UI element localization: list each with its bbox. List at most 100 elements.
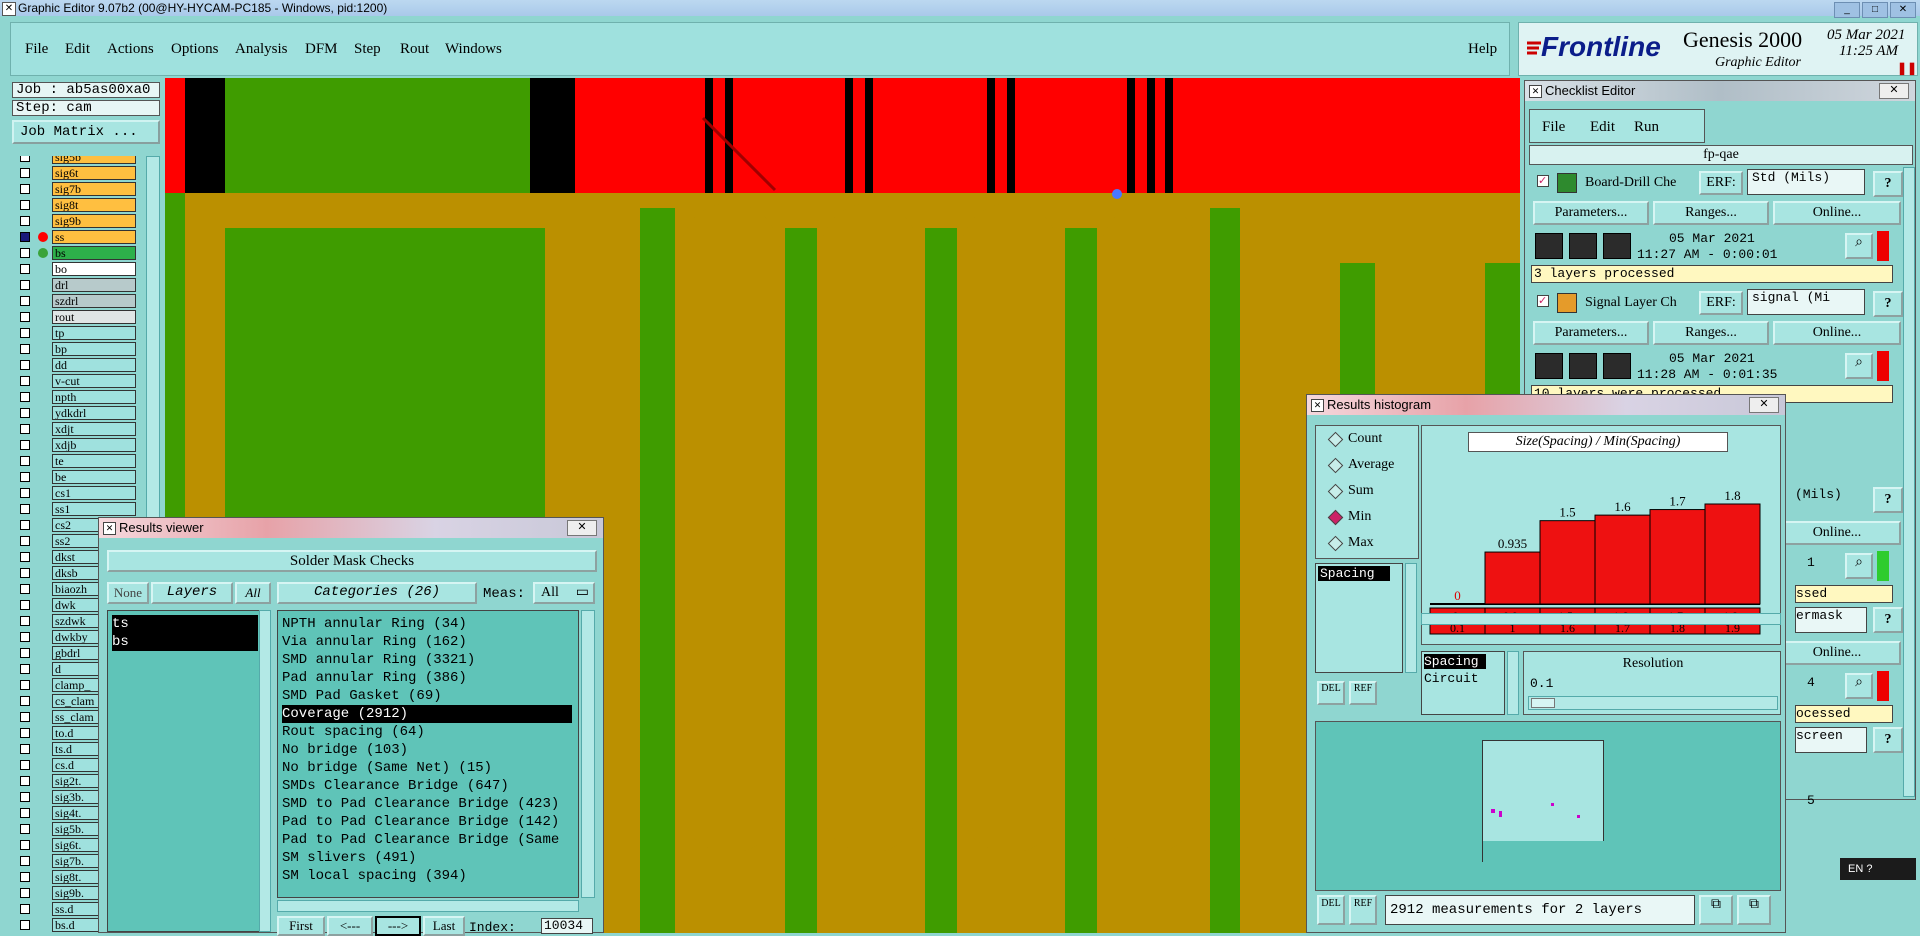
erf-button[interactable]: ERF: (1699, 291, 1743, 315)
category-item[interactable]: Via annular Ring (162) (282, 633, 467, 651)
layer-name[interactable]: rout (52, 310, 136, 324)
ranges-button[interactable]: Ranges... (1653, 321, 1769, 345)
category-item[interactable]: NPTH annular Ring (34) (282, 615, 467, 633)
slider-handle[interactable] (1531, 698, 1555, 708)
layer-name[interactable]: be (52, 470, 136, 484)
zoom-icon[interactable]: ⌕ (1845, 233, 1873, 259)
layer-name[interactable]: dd (52, 358, 136, 372)
layer-name[interactable]: ss1 (52, 502, 136, 516)
layer-checkbox[interactable] (20, 712, 30, 722)
layer-checkbox[interactable] (20, 744, 30, 754)
layer-checkbox[interactable] (20, 632, 30, 642)
online-button[interactable]: Online... (1773, 521, 1901, 545)
menu-file[interactable]: File (25, 41, 48, 58)
menu-edit[interactable]: Edit (65, 41, 90, 58)
layer-row[interactable]: bp (12, 342, 140, 356)
none-button[interactable]: None (107, 582, 149, 604)
layer-checkbox[interactable] (20, 856, 30, 866)
layer-checkbox[interactable] (20, 888, 30, 898)
layer-list-scrollbar[interactable] (259, 610, 271, 932)
run-icon[interactable] (1569, 233, 1597, 259)
minimize-button[interactable]: _ (1834, 2, 1860, 18)
categories-list[interactable]: NPTH annular Ring (34) Via annular Ring (… (277, 610, 579, 898)
layer-row[interactable]: be (12, 470, 140, 484)
layer-name[interactable]: ss (52, 230, 136, 244)
layer-row[interactable]: dd (12, 358, 140, 372)
list-item[interactable]: Spacing (1424, 654, 1486, 669)
layer-checkbox[interactable] (20, 232, 30, 242)
layer-checkbox[interactable] (20, 488, 30, 498)
ranges-button[interactable]: Ranges... (1653, 201, 1769, 225)
layer-checkbox[interactable] (20, 184, 30, 194)
results-viewer-close-button[interactable]: ✕ (567, 520, 597, 536)
layer-name[interactable]: sig9b (52, 214, 136, 228)
layer-checkbox[interactable] (20, 264, 30, 274)
category-item[interactable]: Pad to Pad Clearance Bridge (Same (282, 831, 559, 849)
histogram-close-button[interactable]: ✕ (1749, 397, 1779, 413)
menu-rout[interactable]: Rout (400, 41, 429, 58)
list-item[interactable]: Spacing (1318, 566, 1390, 581)
run-icon[interactable] (1569, 353, 1597, 379)
online-button[interactable]: Online... (1773, 201, 1901, 225)
menu-step[interactable]: Step (354, 41, 381, 58)
layer-checkbox[interactable] (20, 472, 30, 482)
index-field[interactable]: 10034 (541, 918, 593, 934)
category-item[interactable]: SMD to Pad Clearance Bridge (423) (282, 795, 559, 813)
categories-hscrollbar[interactable] (277, 900, 579, 912)
layer-row[interactable]: ydkdrl (12, 406, 140, 420)
next-button[interactable]: ---> (375, 916, 421, 936)
layer-checkbox[interactable] (20, 568, 30, 578)
layer-row[interactable]: rout (12, 310, 140, 324)
chart-hscrollbar[interactable] (1421, 613, 1781, 625)
layer-row[interactable]: bo (12, 262, 140, 276)
layer-row[interactable]: sig7b (12, 182, 140, 196)
parameters-button[interactable]: Parameters... (1533, 201, 1649, 225)
layer-row[interactable]: xdjb (12, 438, 140, 452)
layer-checkbox[interactable] (20, 424, 30, 434)
close-button[interactable]: ✕ (1890, 2, 1916, 18)
layer-checkbox[interactable] (20, 904, 30, 914)
ref-button[interactable]: REF (1349, 681, 1377, 705)
layer-name[interactable]: te (52, 454, 136, 468)
layer-checkbox[interactable] (20, 440, 30, 450)
layer-checkbox[interactable] (20, 280, 30, 290)
run-icon[interactable] (1535, 353, 1563, 379)
del-button[interactable]: DEL (1317, 895, 1345, 925)
thumbnail-view[interactable] (1315, 721, 1781, 891)
layer-row[interactable]: sig9b (12, 214, 140, 228)
resolution-slider[interactable] (1528, 696, 1778, 710)
layer-checkbox[interactable] (20, 696, 30, 706)
online-button[interactable]: Online... (1773, 321, 1901, 345)
layer-checkbox[interactable] (20, 824, 30, 834)
online-button[interactable]: Online... (1773, 641, 1901, 665)
mode-average[interactable]: Average (1326, 454, 1394, 476)
menu-actions[interactable]: Actions (107, 41, 154, 58)
run-icon[interactable] (1603, 233, 1631, 259)
layer-checkbox[interactable] (20, 552, 30, 562)
layer-name[interactable]: cs1 (52, 486, 136, 500)
checklist-menu-run[interactable]: Run (1634, 119, 1659, 136)
all-button[interactable]: All (235, 582, 271, 604)
category-item[interactable]: No bridge (Same Net) (15) (282, 759, 492, 777)
erf-field[interactable]: Std (Mils) (1747, 169, 1865, 195)
layer-checkbox[interactable] (20, 156, 30, 162)
layer-row[interactable]: sig6t (12, 166, 140, 180)
erf-field[interactable]: signal (Mi (1747, 289, 1865, 315)
category-item[interactable]: Pad to Pad Clearance Bridge (142) (282, 813, 559, 831)
layer-checkbox[interactable] (20, 456, 30, 466)
layer-checkbox[interactable] (20, 648, 30, 658)
categories-button[interactable]: Categories (26) (277, 582, 477, 604)
job-matrix-button[interactable]: Job Matrix ... (12, 120, 160, 144)
layer-row[interactable]: drl (12, 278, 140, 292)
measure-list2-scrollbar[interactable] (1507, 651, 1519, 715)
menu-windows[interactable]: Windows (445, 41, 502, 58)
layer-checkbox[interactable] (20, 520, 30, 530)
help-button[interactable]: ? (1873, 607, 1903, 633)
layer-checkbox[interactable] (20, 664, 30, 674)
layer-checkbox[interactable] (20, 536, 30, 546)
layer-row[interactable]: tp (12, 326, 140, 340)
layer-name[interactable]: xdjt (52, 422, 136, 436)
mode-min[interactable]: Min (1326, 506, 1371, 528)
parameters-button[interactable]: Parameters... (1533, 321, 1649, 345)
layer-name[interactable]: bo (52, 262, 136, 276)
